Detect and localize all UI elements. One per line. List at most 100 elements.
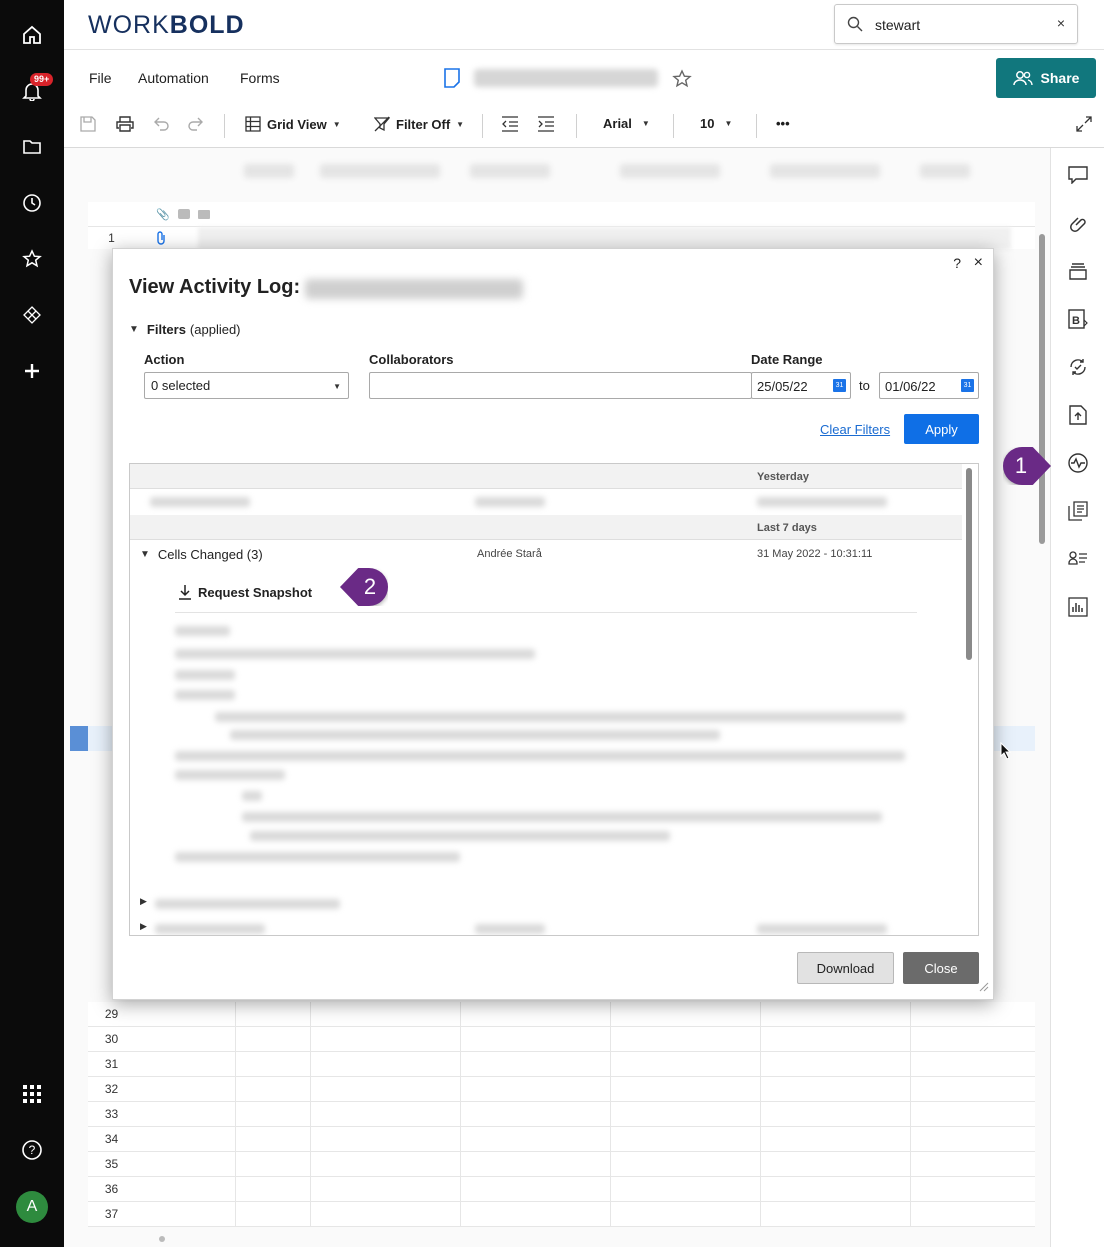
home-icon[interactable] bbox=[16, 19, 48, 51]
horizontal-scroll-handle[interactable] bbox=[159, 1236, 165, 1242]
more-options-button[interactable]: ••• bbox=[776, 116, 790, 131]
table-cell[interactable] bbox=[460, 1027, 610, 1052]
table-cell[interactable] bbox=[910, 1052, 1035, 1077]
filters-toggle[interactable]: ▼ Filters (applied) bbox=[129, 322, 241, 337]
table-cell[interactable] bbox=[610, 1077, 760, 1102]
table-cell[interactable] bbox=[910, 1127, 1035, 1152]
table-row[interactable]: 30 bbox=[88, 1027, 1035, 1052]
avatar[interactable]: A bbox=[16, 1191, 48, 1223]
table-cell[interactable] bbox=[610, 1052, 760, 1077]
table-cell[interactable] bbox=[610, 1102, 760, 1127]
summary-icon[interactable]: B bbox=[1065, 306, 1091, 332]
table-cell[interactable] bbox=[910, 1152, 1035, 1177]
log-scrollbar[interactable] bbox=[966, 468, 972, 660]
table-row[interactable]: 36 bbox=[88, 1177, 1035, 1202]
menu-automation[interactable]: Automation bbox=[138, 70, 209, 86]
table-row[interactable]: 34 bbox=[88, 1127, 1035, 1152]
table-cell[interactable] bbox=[910, 1077, 1035, 1102]
table-cell[interactable] bbox=[610, 1202, 760, 1227]
attachments-icon[interactable] bbox=[1065, 210, 1091, 236]
outdent-icon[interactable] bbox=[501, 116, 519, 132]
attachment-icon[interactable] bbox=[155, 231, 167, 248]
triangle-right-icon[interactable]: ▶ bbox=[140, 896, 147, 907]
close-button[interactable]: Close bbox=[903, 952, 979, 984]
clear-search-button[interactable]: × bbox=[1057, 15, 1065, 31]
help-button[interactable]: ? bbox=[953, 255, 961, 271]
calendar-icon[interactable]: 31 bbox=[961, 379, 974, 392]
table-cell[interactable] bbox=[310, 1002, 460, 1027]
table-cell[interactable] bbox=[760, 1202, 910, 1227]
table-cell[interactable] bbox=[910, 1002, 1035, 1027]
star-icon[interactable] bbox=[16, 243, 48, 275]
log-entry-toggle[interactable]: ▼ Cells Changed (3) bbox=[140, 547, 263, 562]
table-cell[interactable] bbox=[910, 1027, 1035, 1052]
resize-handle-icon[interactable] bbox=[979, 980, 989, 995]
table-cell[interactable] bbox=[310, 1152, 460, 1177]
plus-icon[interactable] bbox=[16, 355, 48, 387]
table-cell[interactable] bbox=[235, 1127, 310, 1152]
table-cell[interactable] bbox=[235, 1202, 310, 1227]
table-row[interactable]: 29 bbox=[88, 1002, 1035, 1027]
table-cell[interactable] bbox=[760, 1152, 910, 1177]
table-cell[interactable] bbox=[760, 1177, 910, 1202]
contacts-icon[interactable] bbox=[1065, 546, 1091, 572]
share-button[interactable]: Share bbox=[996, 58, 1096, 98]
table-row[interactable]: 31 bbox=[88, 1052, 1035, 1077]
table-cell[interactable] bbox=[610, 1002, 760, 1027]
font-family-dropdown[interactable]: Arial ▼ bbox=[603, 116, 650, 131]
table-cell[interactable] bbox=[310, 1177, 460, 1202]
table-cell[interactable] bbox=[460, 1127, 610, 1152]
table-cell[interactable] bbox=[610, 1152, 760, 1177]
clock-icon[interactable] bbox=[16, 187, 48, 219]
table-cell[interactable] bbox=[235, 1052, 310, 1077]
publish-icon[interactable] bbox=[1065, 402, 1091, 428]
folder-icon[interactable] bbox=[16, 131, 48, 163]
triangle-right-icon[interactable]: ▶ bbox=[140, 921, 147, 932]
table-row[interactable]: 32 bbox=[88, 1077, 1035, 1102]
table-cell[interactable] bbox=[610, 1127, 760, 1152]
table-cell[interactable] bbox=[760, 1102, 910, 1127]
grid-view-dropdown[interactable]: Grid View ▼ bbox=[245, 116, 341, 132]
table-cell[interactable] bbox=[310, 1102, 460, 1127]
favorite-star-icon[interactable] bbox=[672, 69, 692, 92]
table-cell[interactable] bbox=[460, 1152, 610, 1177]
table-cell[interactable] bbox=[235, 1102, 310, 1127]
table-cell[interactable] bbox=[610, 1177, 760, 1202]
table-cell[interactable] bbox=[235, 1077, 310, 1102]
forms-icon[interactable] bbox=[1065, 498, 1091, 524]
table-cell[interactable] bbox=[760, 1027, 910, 1052]
table-cell[interactable] bbox=[760, 1002, 910, 1027]
update-requests-icon[interactable] bbox=[1065, 354, 1091, 380]
save-icon[interactable] bbox=[80, 116, 96, 132]
search-input[interactable] bbox=[875, 15, 1045, 35]
app-logo[interactable]: WORKBOLD bbox=[88, 11, 245, 40]
table-cell[interactable] bbox=[460, 1177, 610, 1202]
print-icon[interactable] bbox=[116, 116, 134, 132]
table-cell[interactable] bbox=[760, 1052, 910, 1077]
table-cell[interactable] bbox=[460, 1077, 610, 1102]
table-cell[interactable] bbox=[310, 1202, 460, 1227]
menu-file[interactable]: File bbox=[89, 70, 112, 86]
indent-icon[interactable] bbox=[537, 116, 555, 132]
table-cell[interactable] bbox=[460, 1052, 610, 1077]
table-cell[interactable] bbox=[910, 1202, 1035, 1227]
expand-icon[interactable] bbox=[1076, 116, 1092, 132]
download-button[interactable]: Download bbox=[797, 952, 894, 984]
menu-forms[interactable]: Forms bbox=[240, 70, 280, 86]
help-icon[interactable]: ? bbox=[16, 1134, 48, 1166]
calendar-icon[interactable]: 31 bbox=[833, 379, 846, 392]
proofs-icon[interactable] bbox=[1065, 258, 1091, 284]
table-cell[interactable] bbox=[610, 1027, 760, 1052]
filter-dropdown[interactable]: Filter Off ▼ bbox=[374, 116, 464, 132]
redo-icon[interactable] bbox=[187, 116, 205, 132]
table-cell[interactable] bbox=[460, 1002, 610, 1027]
font-size-dropdown[interactable]: 10 ▼ bbox=[700, 116, 732, 131]
apps-grid-icon[interactable] bbox=[16, 1078, 48, 1110]
solutions-icon[interactable] bbox=[16, 299, 48, 331]
table-cell[interactable] bbox=[235, 1152, 310, 1177]
close-icon[interactable]: × bbox=[974, 254, 983, 272]
table-cell[interactable] bbox=[910, 1102, 1035, 1127]
table-cell[interactable] bbox=[760, 1127, 910, 1152]
activity-log-icon[interactable] bbox=[1065, 450, 1091, 476]
table-cell[interactable] bbox=[310, 1052, 460, 1077]
